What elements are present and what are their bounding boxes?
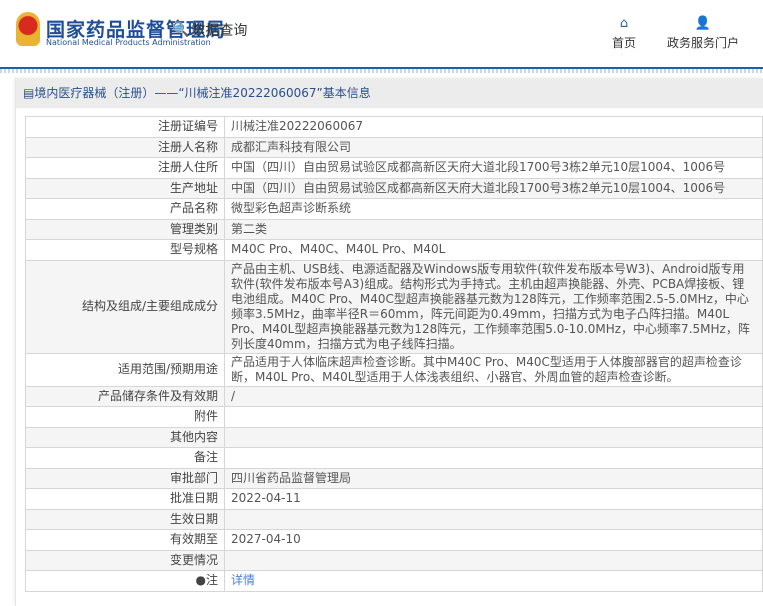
field-value: M40C Pro、M40C、M40L Pro、M40L (224, 239, 763, 261)
field-label: 备注 (25, 447, 225, 469)
home-icon: ⌂ (619, 16, 629, 31)
field-value (224, 508, 763, 530)
field-label: 其他内容 (25, 426, 225, 448)
divider (0, 69, 763, 73)
user-icon: 👤 (694, 16, 712, 31)
field-value: / (224, 385, 763, 407)
table-row-note: ●注 详情 (25, 570, 763, 592)
field-label: 型号规格 (25, 239, 225, 261)
table-row: 注册人住所 中国（四川）自由贸易试验区成都高新区天府大道北段1700号3栋2单元1… (25, 157, 763, 179)
field-value: 川械注准20222060067 (224, 116, 763, 138)
info-table: 注册证编号 川械注准20222060067 注册人名称 成都汇声科技有限公司 注册人住所… (25, 116, 763, 592)
table-row: 有效期至 2027-04-10 (25, 529, 763, 551)
details-link[interactable]: 详情 (231, 573, 255, 587)
field-label: 结构及组成/主要组成成分 (25, 259, 225, 354)
field-value: 第二类 (224, 218, 763, 240)
table-row: 适用范围/预期用途 产品适用于人体临床超声检查诊断。其中M40C Pro、M40C… (25, 352, 763, 387)
table-row: 注册人名称 成都汇声科技有限公司 (25, 136, 763, 158)
field-label: 注册人名称 (25, 136, 225, 158)
search-document-icon: 🔍 (172, 22, 190, 38)
table-row: 型号规格 M40C Pro、M40C、M40L Pro、M40L (25, 239, 763, 261)
table-row: 注册证编号 川械注准20222060067 (25, 116, 763, 138)
field-value: 中国（四川）自由贸易试验区成都高新区天府大道北段1700号3栋2单元10层100… (224, 157, 763, 179)
data-query-label: 数据查询 (191, 23, 248, 39)
field-label: 附件 (25, 406, 225, 428)
national-emblem-logo (16, 12, 40, 46)
field-value (224, 447, 763, 469)
field-label: 产品名称 (25, 198, 225, 220)
panel-title: ▤境内医疗器械（注册）——“川械注准20222060067”基本信息 (16, 78, 763, 108)
table-row: 变更情况 (25, 549, 763, 571)
field-label: 生产地址 (25, 177, 225, 199)
panel-title-text: 境内医疗器械（注册）——“川械注准20222060067”基本信息 (34, 86, 371, 100)
field-label: 管理类别 (25, 218, 225, 240)
data-query-link[interactable]: 🔍 数据查询 (172, 20, 247, 40)
field-label: 注册人住所 (25, 157, 225, 179)
table-row: 附件 (25, 406, 763, 428)
field-value: 四川省药品监督管理局 (224, 467, 763, 489)
table-row: 产品名称 微型彩色超声诊断系统 (25, 198, 763, 220)
site-header: 国家药品监督管理局 National Medical Products Admi… (0, 0, 763, 69)
field-label: 有效期至 (25, 529, 225, 551)
field-value: 产品适用于人体临床超声检查诊断。其中M40C Pro、M40C型适用于人体腹部器… (224, 352, 763, 387)
field-value: 成都汇声科技有限公司 (224, 136, 763, 158)
table-row: 生产地址 中国（四川）自由贸易试验区成都高新区天府大道北段1700号3栋2单元10… (25, 177, 763, 199)
note-label: 注 (205, 573, 218, 588)
nav-service-label: 政务服务门户 (667, 36, 740, 50)
table-row: 管理类别 第二类 (25, 218, 763, 240)
field-label: ●注 (25, 570, 225, 592)
table-row: 批准日期 2022-04-11 (25, 488, 763, 510)
field-value (224, 406, 763, 428)
field-label: 生效日期 (25, 508, 225, 530)
field-value: 2022-04-11 (224, 488, 763, 510)
table-row: 审批部门 四川省药品监督管理局 (25, 467, 763, 489)
document-icon: ▤ (23, 86, 35, 100)
table-row: 备注 (25, 447, 763, 469)
table-row: 生效日期 (25, 508, 763, 530)
field-value: 产品由主机、USB线、电源适配器及Windows版专用软件(软件发布版本号W3)… (224, 259, 763, 354)
field-label: 注册证编号 (25, 116, 225, 138)
table-row: 结构及组成/主要组成成分 产品由主机、USB线、电源适配器及Windows版专用软… (25, 259, 763, 354)
field-value (224, 549, 763, 571)
field-label: 适用范围/预期用途 (25, 352, 225, 387)
table-row: 其他内容 (25, 426, 763, 448)
field-value: 2027-04-10 (224, 529, 763, 551)
nav-service-portal[interactable]: 👤 政务服务门户 (667, 16, 739, 51)
field-value: 微型彩色超声诊断系统 (224, 198, 763, 220)
field-label: 产品储存条件及有效期 (25, 385, 225, 407)
table-row: 产品储存条件及有效期 / (25, 385, 763, 407)
field-label: 审批部门 (25, 467, 225, 489)
pin-icon: ● (195, 573, 206, 588)
detail-panel: ▤境内医疗器械（注册）——“川械注准20222060067”基本信息 注册证编号… (15, 78, 763, 606)
field-value (224, 426, 763, 448)
field-value: 中国（四川）自由贸易试验区成都高新区天府大道北段1700号3栋2单元10层100… (224, 177, 763, 199)
nav-home[interactable]: ⌂ 首页 (612, 16, 636, 51)
field-label: 变更情况 (25, 549, 225, 571)
field-value: 详情 (224, 570, 763, 592)
field-label: 批准日期 (25, 488, 225, 510)
nav-home-label: 首页 (612, 36, 637, 50)
